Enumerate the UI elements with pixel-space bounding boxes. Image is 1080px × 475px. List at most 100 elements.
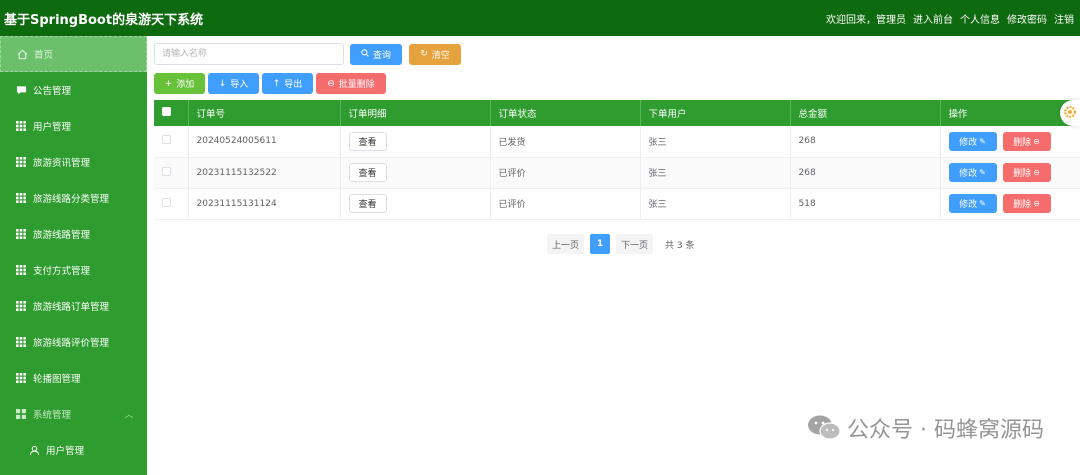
order-no-cell: 20240524005611	[188, 126, 341, 158]
sidebar-item-payment-methods[interactable]: 支付方式管理	[0, 252, 147, 288]
sidebar-item-carousel[interactable]: 轮播图管理	[0, 360, 147, 396]
column-header: 订单号	[188, 100, 341, 126]
sidebar-item-system[interactable]: 系统管理 ︿	[0, 396, 147, 432]
search-input[interactable]	[154, 43, 344, 65]
import-button[interactable]: ↓ 导入	[208, 73, 259, 94]
delete-button-label: 删除	[1013, 137, 1032, 148]
sidebar-item-route-orders[interactable]: 旅游线路订单管理	[0, 288, 147, 324]
total-cell: 268	[790, 126, 941, 158]
column-header: 订单状态	[490, 100, 641, 126]
edit-button[interactable]: 修改 ✎	[948, 194, 997, 213]
delete-button[interactable]: 删除 ⊖	[1002, 163, 1051, 182]
sidebar-item-announcements[interactable]: 公告管理	[0, 72, 147, 108]
sidebar-item-label: 支付方式管理	[33, 266, 91, 277]
prev-page-button[interactable]: 上一页	[547, 234, 585, 254]
sidebar: 首页 公告管理 用户管理 旅游资讯管理 旅游线路分类管理 旅游线路管理 支付方式…	[0, 36, 147, 475]
detail-cell: 查看	[340, 157, 491, 189]
logout-link[interactable]: 注销	[1054, 11, 1074, 26]
sidebar-item-home[interactable]: 首页	[0, 36, 147, 72]
view-detail-button[interactable]: 查看	[348, 163, 387, 182]
status-cell: 已评价	[490, 188, 641, 220]
query-button-label: 查询	[372, 50, 391, 61]
profile-link[interactable]: 个人信息	[960, 11, 1000, 26]
sidebar-item-route-categories[interactable]: 旅游线路分类管理	[0, 180, 147, 216]
settings-float-button[interactable]	[1060, 100, 1080, 126]
delete-button[interactable]: 删除 ⊖	[1002, 194, 1051, 213]
delete-button[interactable]: 删除 ⊖	[1002, 131, 1051, 151]
export-button[interactable]: ↑ 导出	[262, 73, 313, 94]
home-icon	[16, 48, 28, 60]
edit-button-label: 修改	[959, 137, 978, 148]
user-icon	[28, 444, 40, 456]
watermark-text: 公众号 · 码蜂窝源码	[847, 418, 1044, 443]
circle-minus-icon: ⊖	[1033, 199, 1040, 208]
row-checkbox[interactable]	[162, 197, 171, 207]
import-button-label: 导入	[230, 80, 249, 90]
row-select-cell[interactable]	[154, 188, 189, 220]
sidebar-item-route-reviews[interactable]: 旅游线路评价管理	[0, 324, 147, 360]
column-header: 下单用户	[640, 100, 791, 126]
page-number-button[interactable]: 1	[590, 234, 611, 254]
sidebar-item-users[interactable]: 用户管理	[0, 108, 147, 144]
batch-delete-button[interactable]: ⊖ 批量删除	[316, 73, 386, 94]
table-header-row: 订单号 订单明细 订单状态 下单用户 总金额 操作	[154, 100, 1080, 126]
edit-icon: ✎	[979, 168, 986, 177]
select-all-checkbox[interactable]	[162, 107, 171, 116]
circle-minus-icon: ⊖	[1033, 168, 1040, 177]
add-button[interactable]: + 添加	[154, 73, 205, 94]
column-header: 总金额	[790, 100, 941, 126]
edit-icon: ✎	[979, 136, 986, 146]
next-page-button[interactable]: 下一页	[616, 234, 654, 254]
apps-icon	[15, 408, 27, 420]
table-row: 20240524005611 查看 已发货 张三 268 修改 ✎ 删除 ⊖	[154, 126, 1080, 158]
arrow-up-icon: ↑	[272, 78, 281, 89]
grid-icon	[15, 300, 27, 312]
row-select-cell[interactable]	[154, 157, 189, 189]
sidebar-item-label: 用户管理	[33, 122, 72, 133]
refresh-icon: ↻	[420, 49, 428, 59]
row-checkbox[interactable]	[162, 166, 171, 176]
clear-button[interactable]: ↻ 清空	[409, 43, 461, 65]
grid-icon	[15, 156, 27, 168]
sidebar-item-travel-news[interactable]: 旅游资讯管理	[0, 144, 147, 180]
sidebar-item-label: 旅游线路分类管理	[33, 194, 110, 205]
view-detail-button[interactable]: 查看	[348, 194, 387, 213]
edit-button-label: 修改	[959, 200, 978, 210]
gear-icon	[1063, 105, 1077, 122]
select-all-header[interactable]	[154, 100, 189, 126]
total-count: 共 3 条	[665, 240, 695, 251]
wechat-icon	[808, 415, 841, 440]
sidebar-item-label: 公告管理	[33, 86, 72, 97]
grid-icon	[15, 336, 27, 348]
change-password-link[interactable]: 修改密码	[1007, 11, 1047, 26]
detail-cell: 查看	[340, 126, 491, 158]
view-detail-button[interactable]: 查看	[348, 131, 387, 151]
row-select-cell[interactable]	[154, 126, 189, 158]
sidebar-item-label: 旅游资讯管理	[33, 158, 91, 169]
export-button-label: 导出	[284, 80, 303, 90]
sidebar-item-label: 旅游线路评价管理	[33, 338, 110, 349]
edit-button[interactable]: 修改 ✎	[948, 131, 997, 151]
table-row: 20231115132522 查看 已评价 张三 268 修改 ✎ 删除 ⊖	[154, 157, 1080, 189]
order-no-cell: 20231115132522	[188, 157, 341, 189]
detail-cell: 查看	[340, 188, 491, 220]
total-cell: 268	[790, 157, 941, 189]
comment-icon	[15, 84, 27, 96]
sidebar-item-label: 首页	[34, 50, 54, 61]
edit-icon: ✎	[979, 199, 986, 208]
circle-close-icon: ⊖	[327, 78, 335, 89]
search-icon	[361, 48, 369, 60]
row-checkbox[interactable]	[162, 135, 171, 145]
enter-frontend-link[interactable]: 进入前台	[913, 11, 953, 26]
sidebar-subitem-users[interactable]: 用户管理	[0, 432, 147, 468]
edit-button[interactable]: 修改 ✎	[948, 163, 997, 182]
table-row: 20231115131124 查看 已评价 张三 518 修改 ✎ 删除 ⊖	[154, 188, 1080, 220]
query-button[interactable]: 查询	[350, 43, 402, 65]
chevron-up-icon: ︿	[125, 409, 133, 419]
status-cell: 已评价	[490, 157, 641, 189]
sidebar-item-routes[interactable]: 旅游线路管理	[0, 216, 147, 252]
batch-delete-button-label: 批量删除	[338, 80, 375, 90]
sidebar-item-label: 系统管理	[33, 410, 72, 421]
edit-button-label: 修改	[959, 169, 978, 179]
user-cell: 张三	[640, 157, 791, 189]
